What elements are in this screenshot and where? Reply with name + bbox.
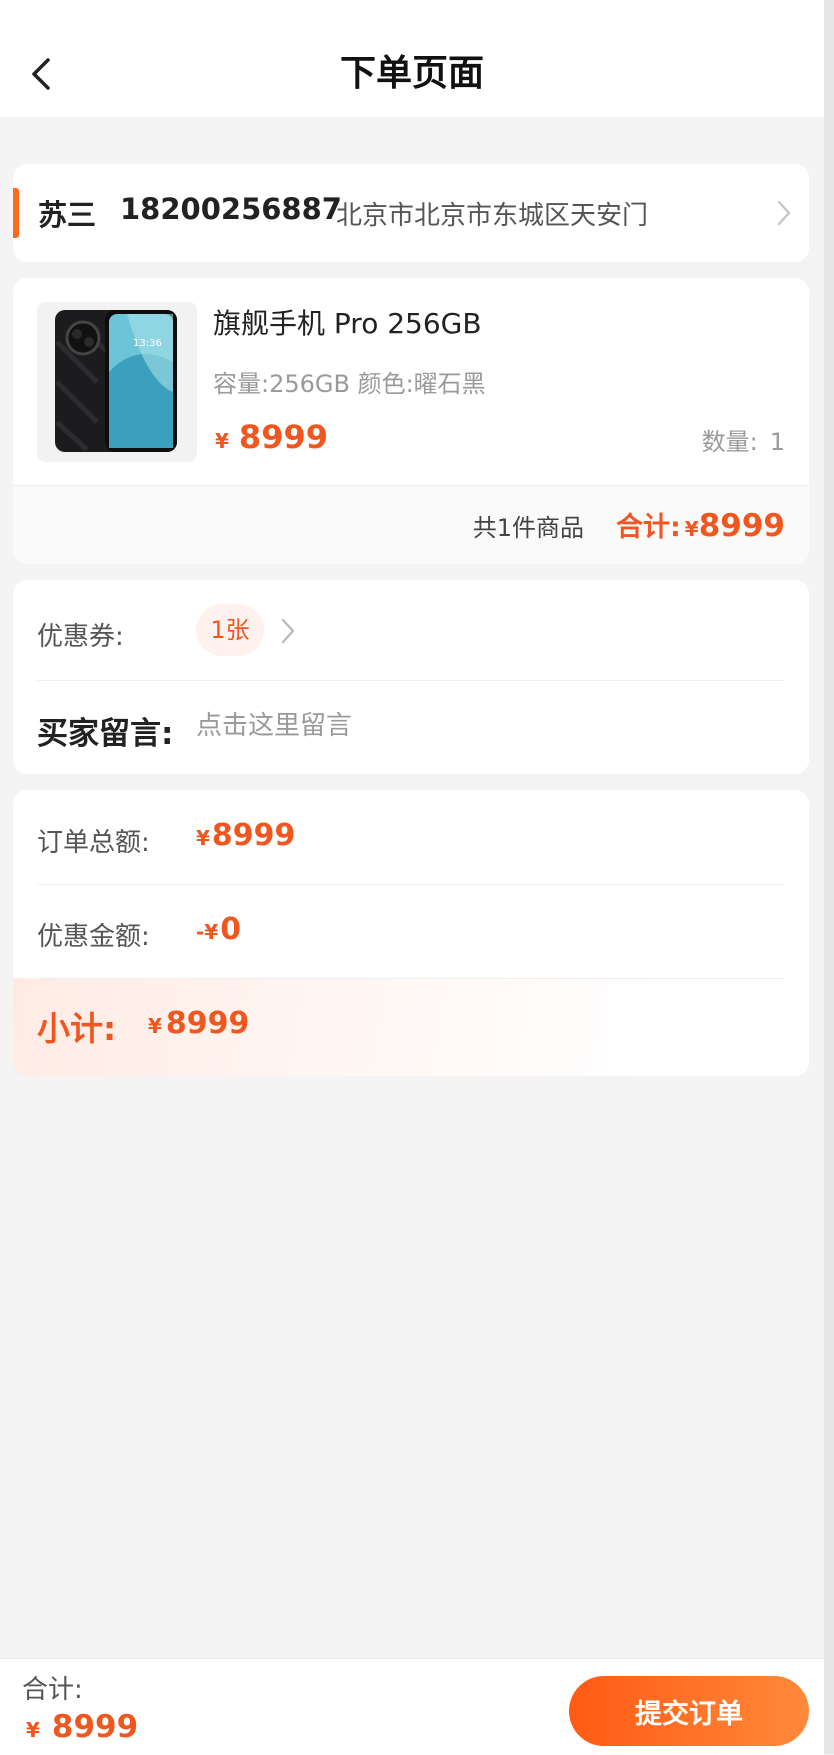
item-count: 共1件商品 <box>472 514 584 542</box>
chevron-right-icon <box>777 200 791 226</box>
bottom-bar: 合计: ¥8999 提交订单 <box>0 1658 824 1755</box>
price-value: 8999 <box>238 418 328 456</box>
quantity-value: 1 <box>769 428 785 456</box>
address-accent-bar <box>13 188 19 238</box>
totals-card: 订单总额: ¥8999 优惠金额: -¥0 小计: ¥8999 <box>13 790 809 1076</box>
divider <box>37 680 785 681</box>
buyer-message-label: 买家留言: <box>37 716 174 752</box>
product-image[interactable]: 13:36 <box>37 302 197 462</box>
coupon-label: 优惠券: <box>37 622 124 652</box>
submit-order-button[interactable]: 提交订单 <box>569 1676 809 1746</box>
subtotal-label: 小计: <box>37 1009 117 1048</box>
subtotal-amount: 8999 <box>165 1006 250 1041</box>
phone-screen-time: 13:36 <box>133 338 162 349</box>
currency-symbol: ¥ <box>215 429 229 453</box>
page-title: 下单页面 <box>339 53 484 94</box>
product-price: ¥8999 <box>215 418 328 456</box>
quantity-label: 数量: <box>701 428 758 456</box>
receiver-name: 苏三 <box>38 198 97 232</box>
discount-currency: -¥ <box>196 920 219 944</box>
product-total-value: 8999 <box>698 508 785 544</box>
order-total-value: ¥8999 <box>196 818 295 853</box>
phone-image-icon: 13:36 <box>55 310 177 452</box>
subtotal-value: ¥8999 <box>148 1006 249 1041</box>
receiver-phone: 18200256887 <box>120 192 342 226</box>
product-name: 旗舰手机 Pro 256GB <box>213 307 482 340</box>
product-total: 合计: ¥8999 <box>616 505 785 544</box>
product-card: 13:36 旗舰手机 Pro 256GB 容量:256GB 颜色:曜石黑 ¥89… <box>13 278 809 564</box>
bottom-total-price: ¥8999 <box>26 1709 138 1745</box>
order-total-amount: 8999 <box>211 818 296 853</box>
coupon-badge[interactable]: 1张 <box>196 604 264 656</box>
buyer-message-input[interactable] <box>196 706 756 746</box>
product-spec: 容量:256GB 颜色:曜石黑 <box>213 370 486 398</box>
product-total-currency: ¥ <box>684 517 699 541</box>
order-total-label: 订单总额: <box>37 828 150 858</box>
divider <box>37 884 785 885</box>
address-card[interactable]: 苏三 18200256887 北京市北京市东城区天安门 <box>13 164 809 262</box>
bottom-amount: 8999 <box>51 1709 139 1745</box>
bottom-total-label: 合计: <box>22 1675 83 1705</box>
discount-label: 优惠金额: <box>37 922 150 952</box>
bottom-currency: ¥ <box>26 1718 40 1742</box>
subtotal-row: 小计: ¥8999 <box>13 978 809 1076</box>
subtotal-currency: ¥ <box>148 1014 162 1038</box>
receiver-address: 北京市北京市东城区天安门 <box>336 201 649 231</box>
header: 下单页面 <box>0 0 824 117</box>
quantity: 数量: 1 <box>702 422 785 457</box>
order-total-currency: ¥ <box>196 826 210 850</box>
discount-amount: 0 <box>220 912 242 947</box>
chevron-right-icon[interactable] <box>277 616 299 646</box>
product-total-label: 合计: <box>615 512 681 543</box>
divider <box>37 978 785 979</box>
discount-value: -¥0 <box>196 912 241 947</box>
coupon-message-card: 优惠券: 1张 买家留言: <box>13 580 809 774</box>
product-summary: 共1件商品 合计: ¥8999 <box>13 485 809 564</box>
scrollbar[interactable] <box>824 0 834 1754</box>
